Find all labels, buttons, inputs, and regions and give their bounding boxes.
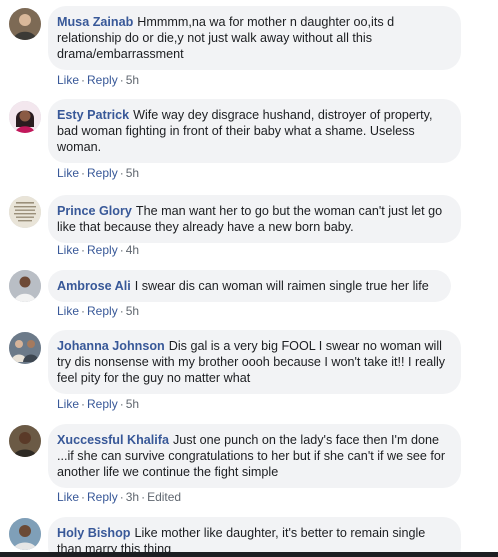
- comment-author[interactable]: Johanna Johnson: [57, 339, 165, 353]
- person-avatar-icon: [9, 101, 41, 133]
- bottom-edge-bar: [0, 552, 498, 557]
- avatar[interactable]: [9, 332, 41, 364]
- comment-actions: Like · Reply · 5h: [57, 397, 140, 411]
- comment-author[interactable]: Ambrose Ali: [57, 279, 131, 293]
- edited-label[interactable]: Edited: [147, 490, 181, 504]
- avatar[interactable]: [9, 425, 41, 457]
- avatar[interactable]: [9, 270, 41, 302]
- timestamp[interactable]: 5h: [126, 73, 139, 87]
- comment-bubble: Ambrose Ali I swear dis can woman will ra…: [48, 270, 451, 302]
- timestamp[interactable]: 4h: [126, 243, 139, 257]
- comment-text: I swear dis can woman will raimen single…: [134, 279, 429, 293]
- comment-actions: Like · Reply · 3h · Edited: [57, 490, 182, 504]
- comment-bubble: Musa Zainab Hmmmm,na wa for mother n daug…: [48, 6, 461, 70]
- like-link[interactable]: Like: [57, 243, 79, 257]
- person-avatar-icon: [9, 518, 41, 550]
- avatar[interactable]: [9, 8, 41, 40]
- comment-bubble: Holy Bishop Like mother like daughter, it…: [48, 517, 461, 557]
- text-avatar-icon: [9, 196, 41, 228]
- avatar[interactable]: [9, 196, 41, 228]
- reply-link[interactable]: Reply: [87, 490, 118, 504]
- reply-link[interactable]: Reply: [87, 304, 118, 318]
- comment-actions: Like · Reply · 5h: [57, 166, 140, 180]
- comment-bubble: Esty Patrick Wife way dey disgrace hushan…: [48, 99, 461, 163]
- reply-link[interactable]: Reply: [87, 73, 118, 87]
- like-link[interactable]: Like: [57, 304, 79, 318]
- reply-link[interactable]: Reply: [87, 397, 118, 411]
- like-link[interactable]: Like: [57, 490, 79, 504]
- timestamp[interactable]: 5h: [126, 304, 139, 318]
- comment-bubble: Xuccessful Khalifa Just one punch on the …: [48, 424, 461, 488]
- timestamp[interactable]: 5h: [126, 166, 139, 180]
- comment-actions: Like · Reply · 5h: [57, 73, 140, 87]
- group-avatar-icon: [9, 332, 41, 364]
- comment-author[interactable]: Holy Bishop: [57, 526, 130, 540]
- person-avatar-icon: [9, 270, 41, 302]
- comment-author[interactable]: Esty Patrick: [57, 108, 129, 122]
- person-avatar-icon: [9, 425, 41, 457]
- comment-actions: Like · Reply · 5h: [57, 304, 140, 318]
- reply-link[interactable]: Reply: [87, 243, 118, 257]
- comment-author[interactable]: Xuccessful Khalifa: [57, 433, 169, 447]
- reply-link[interactable]: Reply: [87, 166, 118, 180]
- person-avatar-icon: [9, 8, 41, 40]
- avatar[interactable]: [9, 101, 41, 133]
- comment-author[interactable]: Prince Glory: [57, 204, 132, 218]
- like-link[interactable]: Like: [57, 166, 79, 180]
- timestamp[interactable]: 5h: [126, 397, 139, 411]
- comment-bubble: Johanna Johnson Dis gal is a very big FOO…: [48, 330, 461, 394]
- comment-bubble: Prince Glory The man want her to go but t…: [48, 195, 461, 243]
- comments-feed: Musa Zainab Hmmmm,na wa for mother n daug…: [0, 0, 498, 557]
- avatar[interactable]: [9, 518, 41, 550]
- like-link[interactable]: Like: [57, 73, 79, 87]
- comment-actions: Like · Reply · 4h: [57, 243, 140, 257]
- like-link[interactable]: Like: [57, 397, 79, 411]
- timestamp[interactable]: 3h: [126, 490, 139, 504]
- comment-author[interactable]: Musa Zainab: [57, 15, 133, 29]
